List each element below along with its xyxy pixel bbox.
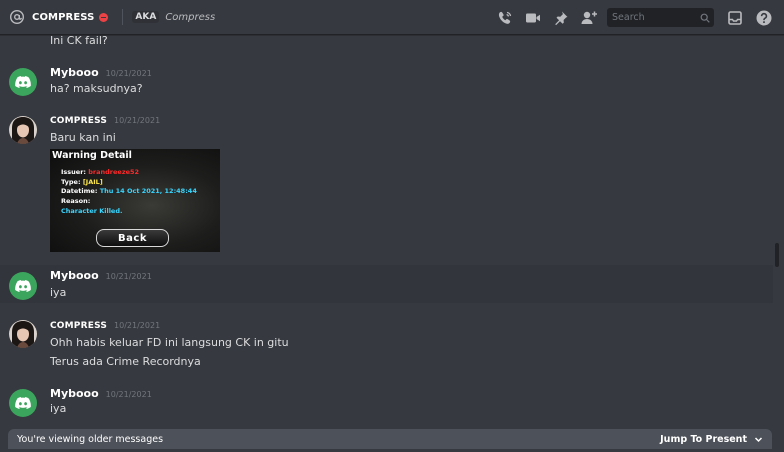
reason-label: Reason:: [61, 197, 91, 205]
message-content: iya: [50, 402, 67, 415]
message-content: iya: [50, 286, 67, 299]
message: Mybooo 10/21/2021 ha? maksudnya?: [0, 63, 773, 105]
help-icon[interactable]: [755, 9, 773, 27]
timestamp: 10/21/2021: [105, 69, 152, 78]
video-call-icon[interactable]: [524, 9, 542, 27]
datetime-label: Datetime:: [61, 187, 98, 195]
voice-call-icon[interactable]: [496, 9, 514, 27]
header-toolbar: [496, 0, 784, 35]
scrollbar-thumb[interactable]: [775, 243, 779, 267]
avatar-photo: [9, 116, 37, 144]
timestamp: 10/21/2021: [114, 321, 161, 330]
jump-to-present-label: Jump To Present: [660, 433, 747, 445]
message-list: Ini CK fail? Mybooo 10/21/2021 ha? maksu…: [0, 36, 773, 452]
reason-value: Character Killed.: [61, 207, 123, 215]
reason-line: Reason:: [61, 197, 90, 205]
avatar[interactable]: [9, 389, 37, 417]
author-name[interactable]: COMPRESS: [50, 116, 107, 126]
author-name[interactable]: Mybooo: [50, 387, 99, 400]
back-button: Back: [96, 229, 169, 247]
avatar-photo: [9, 320, 37, 348]
older-messages-text: You're viewing older messages: [17, 433, 164, 445]
older-messages-bar: You're viewing older messages Jump To Pr…: [8, 429, 772, 449]
message-header: COMPRESS 10/21/2021: [50, 321, 160, 331]
message: Mybooo 10/21/2021 iya: [0, 265, 773, 303]
pin-icon[interactable]: [552, 9, 570, 27]
warning-title: Warning Detail: [52, 150, 132, 161]
inbox-icon[interactable]: [726, 9, 744, 27]
avatar[interactable]: [9, 272, 37, 300]
avatar[interactable]: [9, 320, 37, 348]
add-friend-icon[interactable]: [580, 9, 598, 27]
image-attachment[interactable]: Warning Detail Issuer: brandreeze52 Type…: [50, 149, 220, 252]
discord-logo-icon: [15, 397, 31, 409]
issuer-value: brandreeze52: [88, 168, 140, 176]
at-icon: [9, 9, 25, 25]
issuer-line: Issuer: brandreeze52: [61, 168, 139, 176]
avatar[interactable]: [9, 68, 37, 96]
aka-name: Compress: [165, 11, 216, 23]
search-box[interactable]: [607, 8, 714, 27]
message-content: Terus ada Crime Recordnya: [50, 355, 201, 368]
message-content: Ini CK fail?: [50, 36, 108, 47]
search-input[interactable]: [612, 12, 700, 23]
reason-value-line: Character Killed.: [61, 207, 122, 215]
author-name[interactable]: Mybooo: [50, 66, 99, 79]
discord-logo-icon: [15, 76, 31, 88]
message: Mybooo 10/21/2021 iya: [0, 382, 773, 422]
datetime-line: Datetime: Thu 14 Oct 2021, 12:48:44: [61, 187, 197, 195]
jump-to-present-button[interactable]: Jump To Present: [660, 434, 763, 445]
message: COMPRESS 10/21/2021 Ohh habis keluar FD …: [0, 316, 773, 376]
datetime-value: Thu 14 Oct 2021, 12:48:44: [99, 187, 197, 195]
timestamp: 10/21/2021: [114, 116, 161, 125]
type-value: [JAIL]: [82, 178, 103, 186]
aka-label: AKA: [132, 11, 160, 23]
dm-user-name[interactable]: COMPRESS: [32, 12, 94, 23]
header-divider: [122, 9, 124, 25]
timestamp: 10/21/2021: [105, 272, 152, 281]
issuer-label: Issuer:: [61, 168, 86, 176]
message: Ini CK fail?: [0, 36, 773, 56]
message-header: Mybooo 10/21/2021: [50, 387, 152, 400]
type-line: Type: [JAIL]: [61, 178, 103, 186]
message-content: Baru kan ini: [50, 131, 116, 144]
avatar[interactable]: [9, 116, 37, 144]
message-content: Ohh habis keluar FD ini langsung CK in g…: [50, 336, 289, 349]
type-label: Type:: [61, 178, 81, 186]
timestamp: 10/21/2021: [105, 390, 152, 399]
search-icon[interactable]: [700, 13, 710, 23]
message-header: COMPRESS 10/21/2021: [50, 116, 160, 126]
discord-logo-icon: [15, 280, 31, 292]
chevron-down-icon: [754, 435, 763, 444]
author-name[interactable]: COMPRESS: [50, 321, 107, 331]
status-dnd-icon: [99, 12, 109, 22]
channel-header: COMPRESS AKA Compress: [0, 0, 784, 35]
author-name[interactable]: Mybooo: [50, 269, 99, 282]
message-content: ha? maksudnya?: [50, 82, 143, 95]
message-header: Mybooo 10/21/2021: [50, 66, 152, 79]
message-header: Mybooo 10/21/2021: [50, 269, 152, 282]
